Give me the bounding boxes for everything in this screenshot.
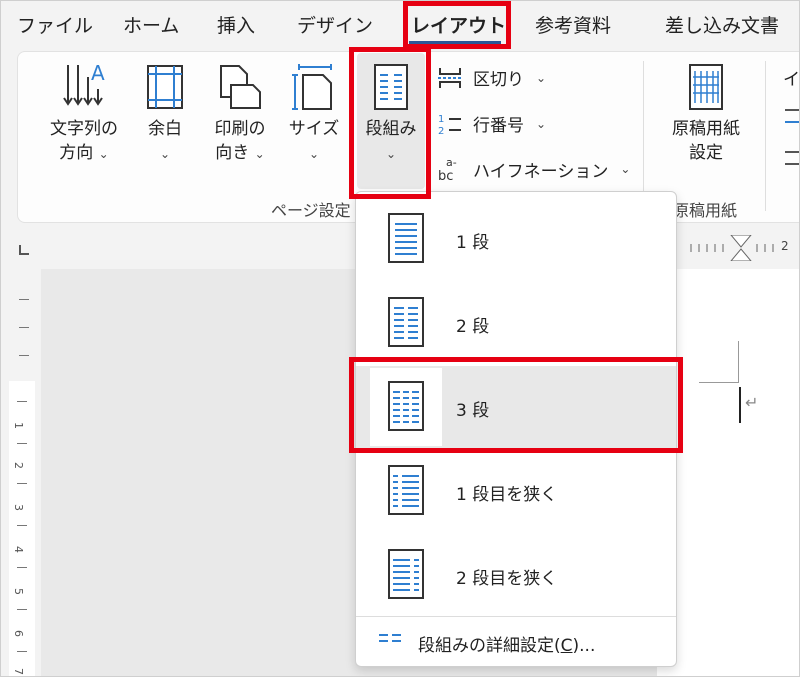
group-label-manuscript: 原稿用紙 xyxy=(673,201,738,220)
tab-mailings[interactable]: 差し込み文書 xyxy=(665,11,779,38)
ruler-number: 2 xyxy=(781,239,789,253)
group-separator xyxy=(643,61,644,211)
orientation-label-2: 向き xyxy=(215,143,250,163)
chevron-down-icon: ⌄ xyxy=(159,147,171,161)
columns-icon xyxy=(374,64,408,110)
two-columns-icon xyxy=(388,297,424,347)
svg-text:1: 1 xyxy=(438,114,444,125)
manuscript-settings-button[interactable]: 原稿用紙 設定 xyxy=(659,63,753,165)
paragraph-mark-icon: ↵ xyxy=(745,393,759,412)
spacing-icon xyxy=(785,151,799,165)
accelerator-key: C xyxy=(560,636,573,656)
tab-insert[interactable]: 挿入 xyxy=(217,11,255,38)
menu-item-label: 2 段 xyxy=(456,317,490,337)
group-separator xyxy=(765,61,766,211)
margins-icon xyxy=(147,65,183,109)
orientation-button[interactable]: 印刷の 向き ⌄ xyxy=(203,63,277,166)
chevron-down-icon: ⌄ xyxy=(385,147,397,161)
tab-file[interactable]: ファイル xyxy=(17,11,93,38)
text-cursor xyxy=(739,387,741,423)
word-window: ファイル ホーム 挿入 デザイン レイアウト 参考資料 差し込み文書 A 文字列… xyxy=(0,0,800,677)
size-icon xyxy=(292,64,332,110)
document-page[interactable] xyxy=(657,269,799,676)
tab-stop-selector[interactable] xyxy=(19,245,29,255)
orientation-label-1: 印刷の xyxy=(214,119,266,139)
ruler-number: 5 xyxy=(12,588,25,595)
chevron-down-icon: ⌄ xyxy=(254,147,265,161)
menu-item-label: 1 段 xyxy=(456,233,490,253)
ruler-number: 1 xyxy=(12,422,25,429)
menu-item-label: 2 段目を狭く xyxy=(456,569,558,589)
right-narrow-icon xyxy=(388,549,424,599)
menu-divider xyxy=(356,616,676,617)
text-direction-label-2: 方向 xyxy=(59,143,94,163)
ribbon-tabs: ファイル ホーム 挿入 デザイン レイアウト 参考資料 差し込み文書 xyxy=(1,1,799,49)
ruler-number: 6 xyxy=(12,630,25,637)
svg-text:a-: a- xyxy=(446,156,457,169)
ruler-number: 7 xyxy=(12,668,25,675)
hyphenation-button[interactable]: a- bc ハイフネーション ⌄ xyxy=(437,155,630,183)
ruler-number: 2 xyxy=(12,462,25,469)
margins-button[interactable]: 余白 ⌄ xyxy=(135,63,195,166)
three-columns-icon xyxy=(388,381,424,431)
text-direction-button[interactable]: A 文字列の 方向 ⌄ xyxy=(39,63,129,166)
line-numbers-icon: 1 2 xyxy=(438,114,461,136)
menu-item-label: 1 段目を狭く xyxy=(456,485,558,505)
manuscript-label-1: 原稿用紙 xyxy=(672,119,740,139)
ruler-number: 4 xyxy=(12,546,25,553)
text-direction-label-1: 文字列の xyxy=(50,119,118,139)
line-numbers-button[interactable]: 1 2 行番号 ⌄ xyxy=(437,111,547,137)
orientation-icon xyxy=(220,65,261,109)
columns-button[interactable]: 段組み ⌄ xyxy=(357,63,425,166)
tab-layout[interactable]: レイアウト xyxy=(411,11,506,38)
menu-item-one-column[interactable]: 1 段 xyxy=(356,198,676,280)
tab-references[interactable]: 参考資料 xyxy=(535,11,611,38)
size-button[interactable]: サイズ ⌄ xyxy=(281,63,347,166)
menu-item-two-columns[interactable]: 2 段 xyxy=(356,282,676,364)
indent-icon xyxy=(785,109,799,123)
svg-text:2: 2 xyxy=(438,126,444,136)
more-columns-label: 段組みの詳細設定(C)... xyxy=(418,636,596,656)
group-label-page-setup: ページ設定 xyxy=(271,201,351,220)
menu-item-label: 3 段 xyxy=(456,401,490,421)
text-direction-icon: A xyxy=(63,63,105,106)
menu-item-more-columns[interactable]: 段組みの詳細設定(C)... xyxy=(356,618,676,666)
menu-item-left-narrow[interactable]: 1 段目を狭く xyxy=(356,450,676,532)
vertical-ruler-text-area: 1 2 3 4 5 6 7 xyxy=(9,381,35,676)
cut-off-ribbon-text: イ xyxy=(783,70,800,90)
margins-label: 余白 xyxy=(148,119,182,139)
svg-text:A: A xyxy=(91,63,105,85)
breaks-button[interactable]: 区切り ⌄ xyxy=(437,65,546,90)
active-tab-indicator xyxy=(409,41,501,44)
columns-dropdown-menu: 1 段 2 段 3 段 1 段目を狭く 2 段目を狭く 段組みの詳細設定(C).… xyxy=(355,191,677,667)
more-columns-icon xyxy=(379,634,401,642)
columns-label: 段組み xyxy=(365,119,417,139)
chevron-down-icon: ⌄ xyxy=(536,116,547,131)
menu-item-right-narrow[interactable]: 2 段目を狭く xyxy=(356,534,676,616)
breaks-icon xyxy=(438,67,462,88)
svg-text:bc: bc xyxy=(438,169,453,183)
chevron-down-icon: ⌄ xyxy=(308,147,320,161)
ruler-number: 3 xyxy=(12,504,25,511)
horizontal-ruler[interactable]: 2 xyxy=(681,235,799,261)
tab-design[interactable]: デザイン xyxy=(297,11,373,38)
line-numbers-label: 行番号 xyxy=(473,116,524,136)
size-label: サイズ xyxy=(288,119,340,139)
hyphenation-label: ハイフネーション xyxy=(473,161,609,182)
hyphenation-icon: a- bc xyxy=(438,156,457,183)
chevron-down-icon: ⌄ xyxy=(98,147,109,161)
manuscript-label-2: 設定 xyxy=(689,143,723,163)
manuscript-icon xyxy=(689,64,723,110)
left-narrow-icon xyxy=(388,465,424,515)
chevron-down-icon: ⌄ xyxy=(536,70,547,85)
page-margin-corner-mark xyxy=(699,341,739,383)
tab-home[interactable]: ホーム xyxy=(123,11,179,38)
one-column-icon xyxy=(388,213,424,263)
breaks-label: 区切り xyxy=(473,70,524,90)
menu-item-three-columns[interactable]: 3 段 xyxy=(356,366,676,448)
chevron-down-icon: ⌄ xyxy=(620,162,631,176)
